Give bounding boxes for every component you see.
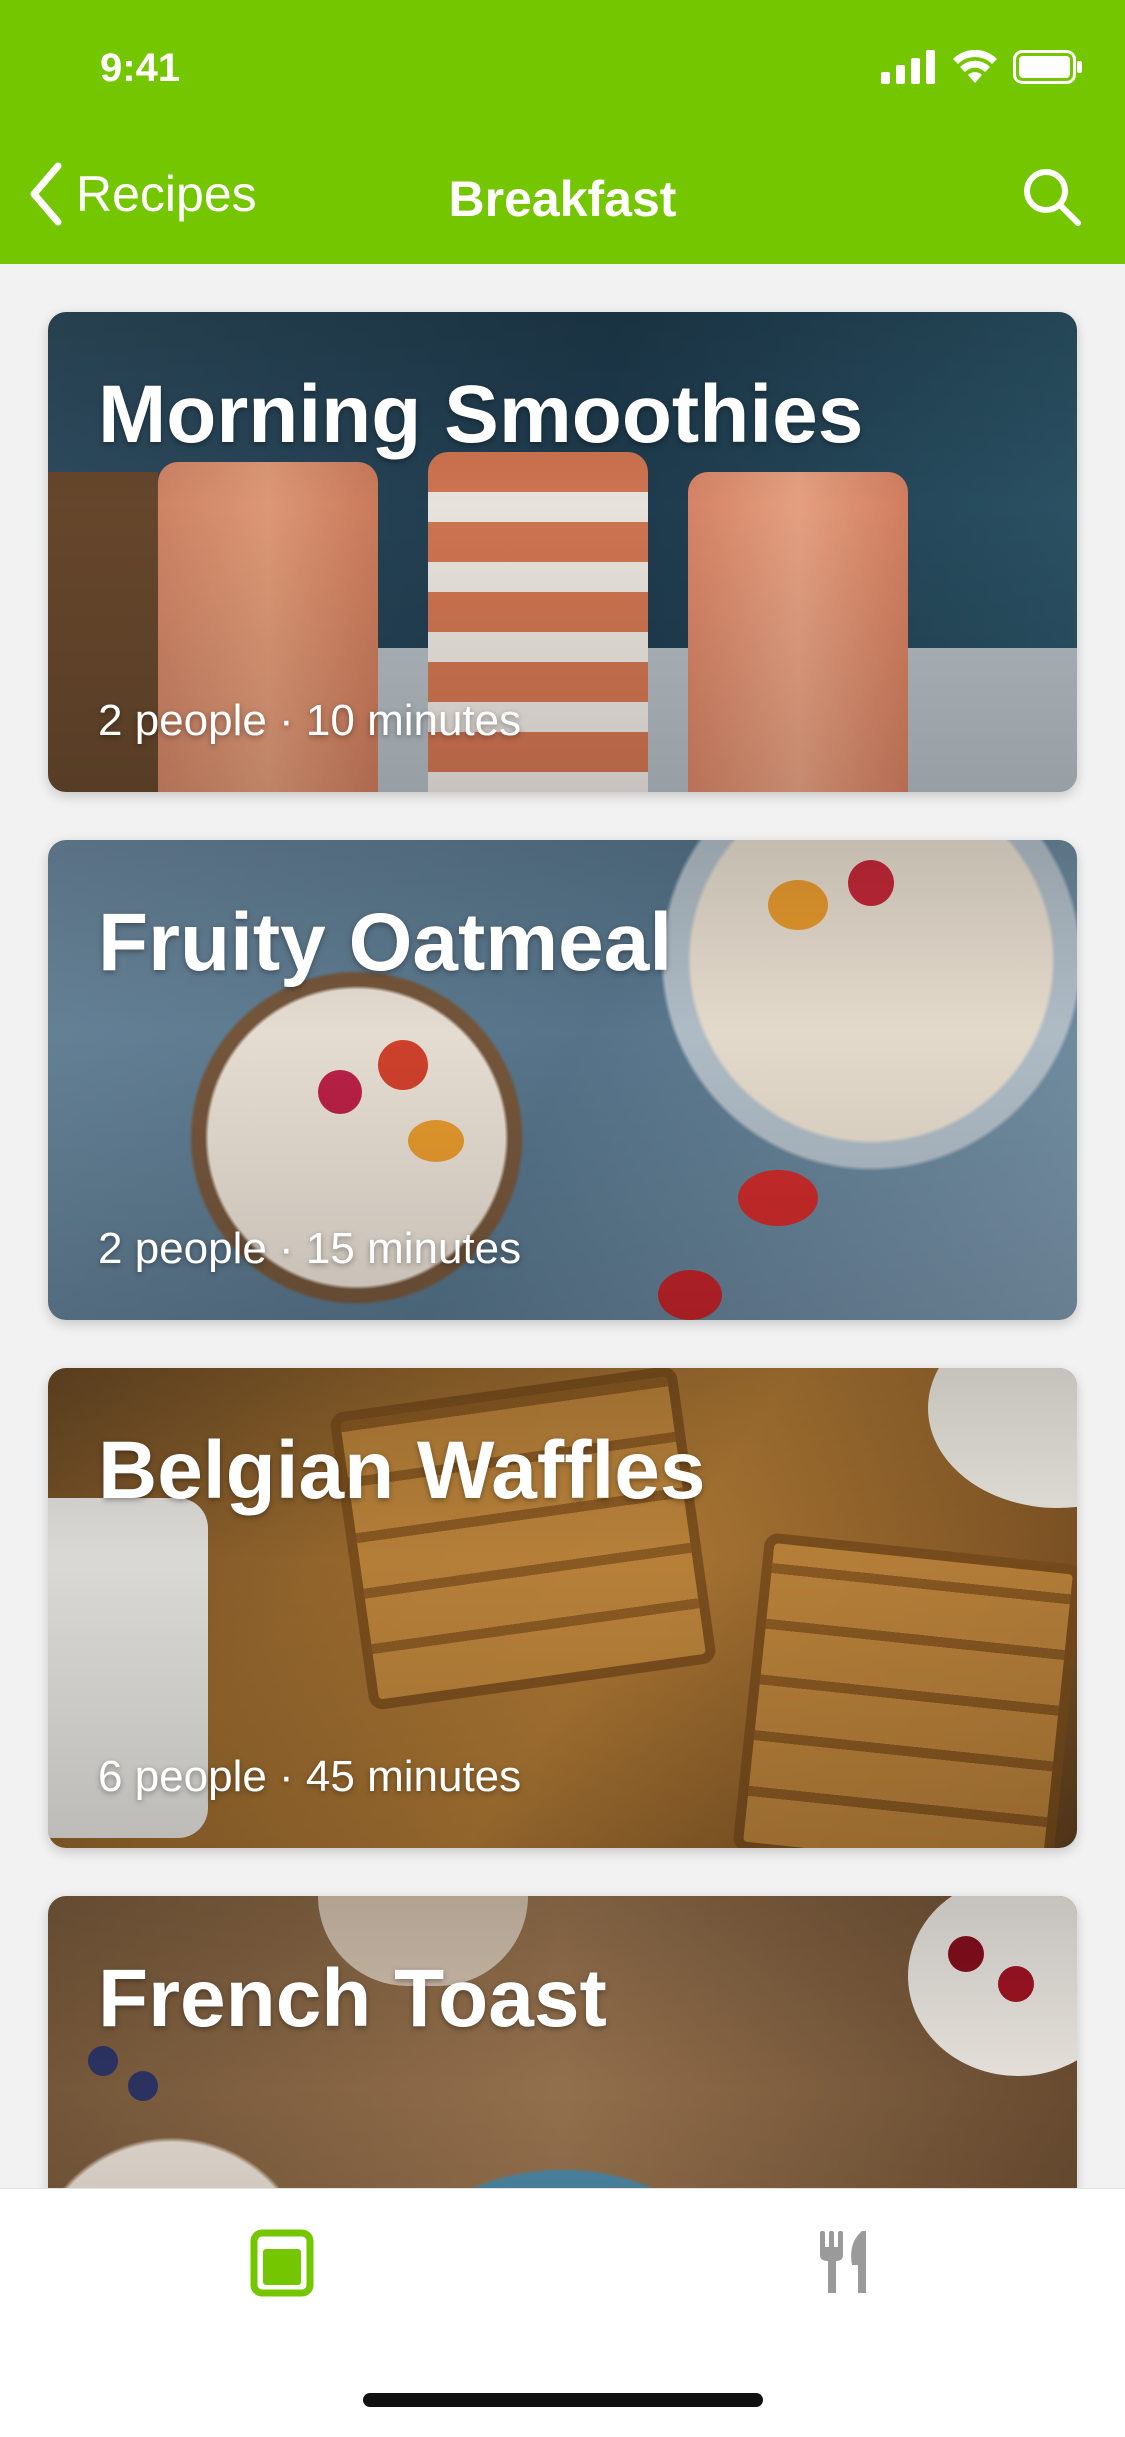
back-button-label: Recipes [76,166,257,222]
book-icon [250,2229,314,2297]
recipe-card[interactable]: Belgian Waffles 6 people · 45 minutes [48,1368,1077,1848]
search-button[interactable] [1021,166,1083,233]
recipe-title: French Toast [98,1953,607,2044]
recipe-title: Morning Smoothies [98,369,864,460]
recipe-list[interactable]: Morning Smoothies 2 people · 10 minutes … [0,264,1125,2188]
recipe-card[interactable]: Morning Smoothies 2 people · 10 minutes [48,312,1077,792]
wifi-icon [953,50,997,83]
recipe-meta: 2 people · 10 minutes [98,696,522,745]
cellular-signal-icon [881,50,935,84]
recipe-title: Belgian Waffles [98,1425,706,1516]
cutlery-icon [820,2231,866,2293]
status-time: 9:41 [100,46,181,90]
home-indicator [363,2393,763,2407]
recipe-meta: 2 people · 15 minutes [98,1224,522,1273]
search-icon [1024,169,1081,226]
recipe-title: Fruity Oatmeal [98,897,673,988]
back-button[interactable]: Recipes [26,162,257,226]
recipe-card[interactable]: Fruity Oatmeal 2 people · 15 minutes [48,840,1077,1320]
recipe-card[interactable]: French Toast [48,1896,1077,2188]
battery-icon [1013,50,1082,84]
tab-recipes[interactable] [250,2229,314,2302]
status-icons [881,50,1083,84]
chevron-left-icon [30,162,62,226]
navigation-header: 9:41 Recipes Breakfast [0,0,1125,264]
tab-meals[interactable] [818,2229,874,2302]
recipe-meta: 6 people · 45 minutes [98,1752,522,1801]
